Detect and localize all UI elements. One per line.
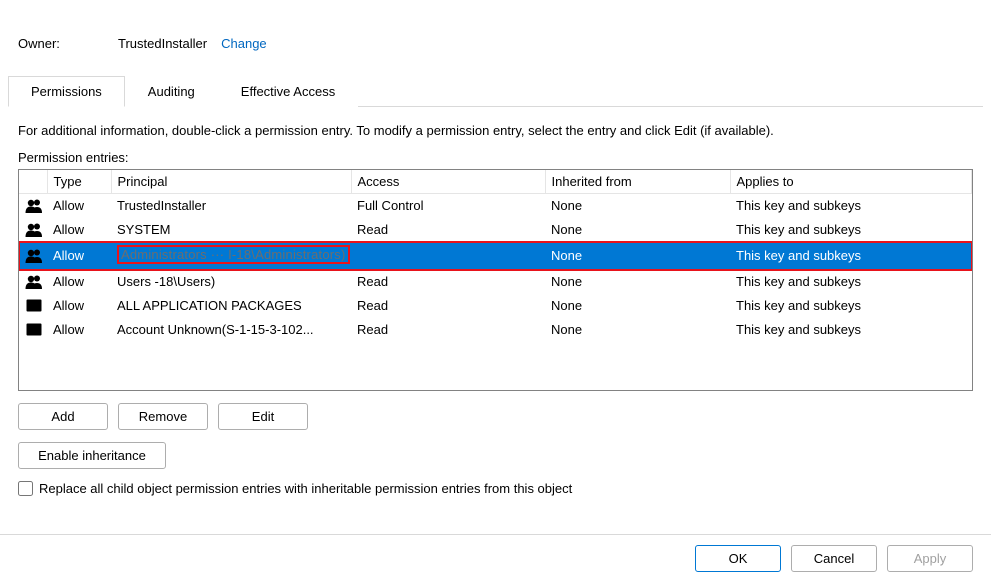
app-package-icon <box>19 318 47 342</box>
cell-inherited: None <box>545 242 730 270</box>
cell-type: Allow <box>47 270 111 294</box>
tab-auditing[interactable]: Auditing <box>125 76 218 107</box>
table-row[interactable]: AllowAdministrators ··· I-18\Administrat… <box>19 242 972 270</box>
tab-permissions[interactable]: Permissions <box>8 76 125 107</box>
cell-access: Full Control <box>351 194 545 218</box>
cell-applies: This key and subkeys <box>730 318 972 342</box>
cell-applies: This key and subkeys <box>730 218 972 242</box>
table-row[interactable]: AllowTrustedInstallerFull ControlNoneThi… <box>19 194 972 218</box>
permission-entries-table-wrap: Type Principal Access Inherited from App… <box>18 169 973 391</box>
table-row[interactable]: AllowAccount Unknown(S-1-15-3-102...Read… <box>19 318 972 342</box>
col-header-icon[interactable] <box>19 170 47 194</box>
instruction-text: For additional information, double-click… <box>0 107 991 150</box>
enable-inheritance-button[interactable]: Enable inheritance <box>18 442 166 469</box>
cell-type: Allow <box>47 242 111 270</box>
group-icon <box>19 218 47 242</box>
change-owner-link[interactable]: Change <box>221 36 267 51</box>
cell-applies: This key and subkeys <box>730 194 972 218</box>
cell-type: Allow <box>47 218 111 242</box>
cell-type: Allow <box>47 294 111 318</box>
cell-access: Read <box>351 294 545 318</box>
cell-inherited: None <box>545 218 730 242</box>
owner-value: TrustedInstaller <box>118 36 207 51</box>
app-package-icon <box>19 294 47 318</box>
add-button[interactable]: Add <box>18 403 108 430</box>
table-row[interactable]: AllowUsers -18\Users)ReadNoneThis key an… <box>19 270 972 294</box>
tab-effective-access[interactable]: Effective Access <box>218 76 358 107</box>
cell-access <box>351 242 545 270</box>
cell-principal: Account Unknown(S-1-15-3-102... <box>111 318 351 342</box>
table-row[interactable]: AllowSYSTEMReadNoneThis key and subkeys <box>19 218 972 242</box>
cell-principal: Users -18\Users) <box>111 270 351 294</box>
cell-applies: This key and subkeys <box>730 294 972 318</box>
cell-access: Read <box>351 270 545 294</box>
cell-principal: TrustedInstaller <box>111 194 351 218</box>
cell-inherited: None <box>545 294 730 318</box>
cancel-button[interactable]: Cancel <box>791 545 877 572</box>
replace-child-label: Replace all child object permission entr… <box>39 481 572 496</box>
cell-principal: Administrators ··· I-18\Administrators) <box>111 242 351 270</box>
tabs-bar: Permissions Auditing Effective Access <box>8 75 983 107</box>
cell-applies: This key and subkeys <box>730 242 972 270</box>
cell-inherited: None <box>545 270 730 294</box>
group-icon <box>19 194 47 218</box>
permission-entries-table: Type Principal Access Inherited from App… <box>19 170 972 342</box>
group-icon <box>19 270 47 294</box>
cell-type: Allow <box>47 318 111 342</box>
edit-button[interactable]: Edit <box>218 403 308 430</box>
cell-principal: ALL APPLICATION PACKAGES <box>111 294 351 318</box>
remove-button[interactable]: Remove <box>118 403 208 430</box>
cell-access: Read <box>351 218 545 242</box>
col-header-applies[interactable]: Applies to <box>730 170 972 194</box>
apply-button[interactable]: Apply <box>887 545 973 572</box>
replace-child-checkbox[interactable] <box>18 481 33 496</box>
cell-principal: SYSTEM <box>111 218 351 242</box>
col-header-access[interactable]: Access <box>351 170 545 194</box>
col-header-type[interactable]: Type <box>47 170 111 194</box>
owner-label: Owner: <box>18 36 118 51</box>
cell-access: Read <box>351 318 545 342</box>
col-header-principal[interactable]: Principal <box>111 170 351 194</box>
cell-inherited: None <box>545 194 730 218</box>
permission-entries-label: Permission entries: <box>0 150 991 169</box>
cell-type: Allow <box>47 194 111 218</box>
cell-inherited: None <box>545 318 730 342</box>
ok-button[interactable]: OK <box>695 545 781 572</box>
col-header-inherited[interactable]: Inherited from <box>545 170 730 194</box>
table-row[interactable]: AllowALL APPLICATION PACKAGESReadNoneThi… <box>19 294 972 318</box>
group-icon <box>19 242 47 270</box>
cell-applies: This key and subkeys <box>730 270 972 294</box>
